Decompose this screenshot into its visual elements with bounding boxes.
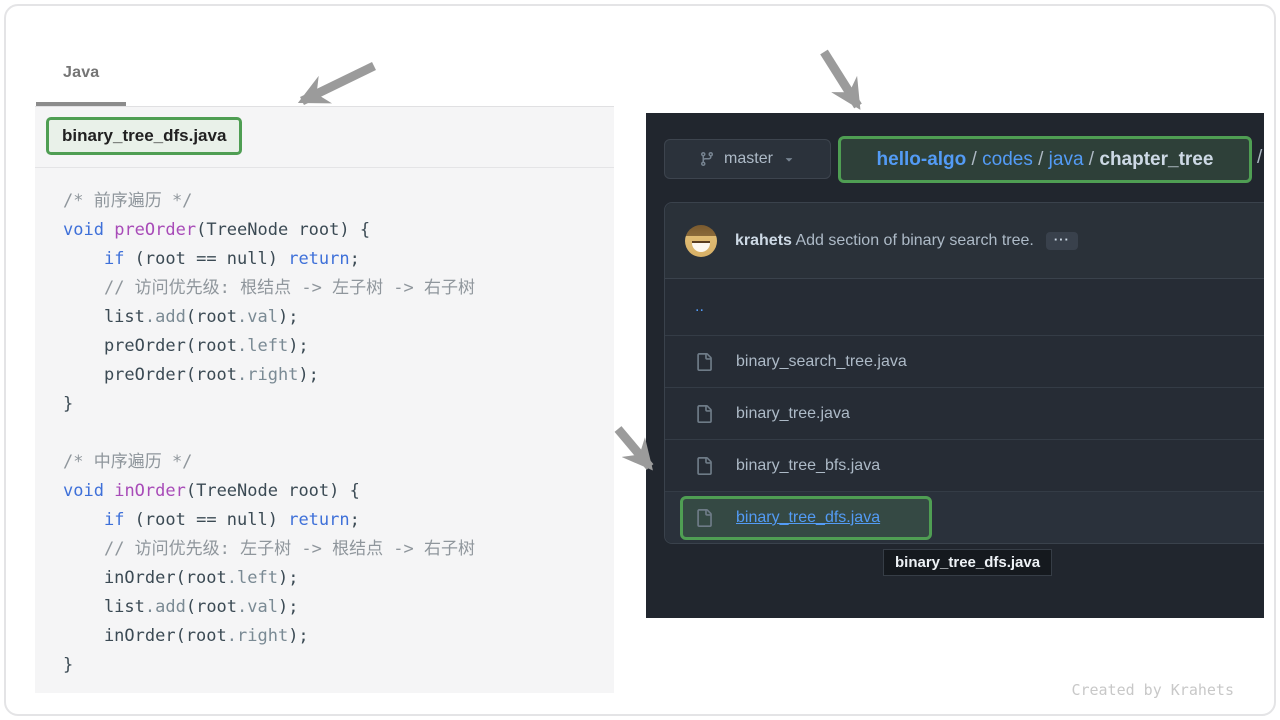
code-line: if (root == null) return;: [63, 506, 475, 535]
code-line: // 访问优先级: 根结点 -> 左子树 -> 右子树: [63, 274, 475, 303]
code-panel: binary_tree_dfs.java /* 前序遍历 */void preO…: [35, 106, 614, 693]
git-branch-icon: [699, 151, 715, 167]
branch-selector-button[interactable]: master: [664, 139, 831, 179]
file-row[interactable]: binary_tree_bfs.java: [665, 439, 1264, 491]
arrow-to-filename: [302, 66, 374, 101]
github-panel: master hello-algo / codes / java / chapt…: [646, 113, 1264, 618]
file-row[interactable]: binary_tree_dfs.java: [665, 491, 1264, 543]
breadcrumb-segment-hello-algo[interactable]: hello-algo: [877, 149, 967, 171]
file-icon: [695, 405, 713, 423]
breadcrumb-segment-java[interactable]: java: [1049, 149, 1084, 171]
filename-label: binary_tree_dfs.java: [62, 126, 226, 146]
credit-text: Created by Krahets: [1071, 681, 1234, 699]
code-line: inOrder(root.right);: [63, 622, 475, 651]
code-line: if (root == null) return;: [63, 245, 475, 274]
link-tooltip: binary_tree_dfs.java: [883, 549, 1052, 576]
code-line: /* 中序遍历 */: [63, 448, 475, 477]
breadcrumb-separator: /: [1084, 149, 1100, 171]
breadcrumb-segment-codes[interactable]: codes: [982, 149, 1033, 171]
commit-message-text[interactable]: Add section of binary search tree.: [792, 232, 1034, 249]
code-line: list.add(root.val);: [63, 593, 475, 622]
code-line: inOrder(root.left);: [63, 564, 475, 593]
code-line: preOrder(root.left);: [63, 332, 475, 361]
code-line: // 访问优先级: 左子树 -> 根结点 -> 右子树: [63, 535, 475, 564]
file-row[interactable]: binary_search_tree.java: [665, 335, 1264, 387]
file-name-link[interactable]: binary_tree_dfs.java: [736, 509, 880, 527]
code-line: void preOrder(TreeNode root) {: [63, 216, 475, 245]
file-row[interactable]: binary_tree.java: [665, 387, 1264, 439]
file-list: .. binary_search_tree.java binary_tree.j…: [665, 279, 1264, 543]
file-icon: [695, 353, 713, 371]
breadcrumb-separator: /: [1033, 149, 1049, 171]
chevron-down-icon: [782, 152, 796, 166]
avatar[interactable]: [685, 225, 717, 257]
file-name-link[interactable]: binary_tree.java: [736, 405, 850, 423]
divider: [35, 167, 614, 168]
code-line: }: [63, 651, 475, 680]
commit-ellipsis-button[interactable]: ···: [1046, 232, 1078, 250]
code-line: /* 前序遍历 */: [63, 187, 475, 216]
code-line: [63, 419, 475, 448]
file-name-link[interactable]: binary_tree_bfs.java: [736, 457, 880, 475]
tab-java[interactable]: Java: [63, 64, 99, 82]
parent-dir-row[interactable]: ..: [665, 279, 1264, 335]
filename-highlight-box: binary_tree_dfs.java: [46, 117, 242, 155]
breadcrumb-trailing-slash: /: [1257, 147, 1262, 169]
file-browser-table: krahets Add section of binary search tre…: [664, 202, 1264, 544]
commit-author[interactable]: krahets: [735, 232, 792, 249]
breadcrumb-segment-chapter_tree: chapter_tree: [1099, 149, 1213, 171]
latest-commit-row: krahets Add section of binary search tre…: [665, 203, 1264, 279]
file-name-link[interactable]: binary_search_tree.java: [736, 353, 907, 371]
breadcrumb-separator: /: [966, 149, 982, 171]
file-highlight-box: binary_tree_dfs.java: [680, 496, 932, 540]
arrow-to-breadcrumb: [824, 52, 858, 106]
code-line: }: [63, 390, 475, 419]
file-name-link[interactable]: ..: [695, 298, 704, 316]
breadcrumb-highlight-box: hello-algo / codes / java / chapter_tree: [838, 136, 1252, 183]
code-block: /* 前序遍历 */void preOrder(TreeNode root) {…: [63, 187, 475, 680]
figure-frame: Java binary_tree_dfs.java /* 前序遍历 */void…: [4, 4, 1276, 716]
file-icon: [695, 509, 713, 527]
commit-message: krahets Add section of binary search tre…: [735, 232, 1034, 250]
file-icon: [695, 457, 713, 475]
code-line: void inOrder(TreeNode root) {: [63, 477, 475, 506]
code-line: list.add(root.val);: [63, 303, 475, 332]
branch-name: master: [724, 150, 773, 168]
code-line: preOrder(root.right);: [63, 361, 475, 390]
